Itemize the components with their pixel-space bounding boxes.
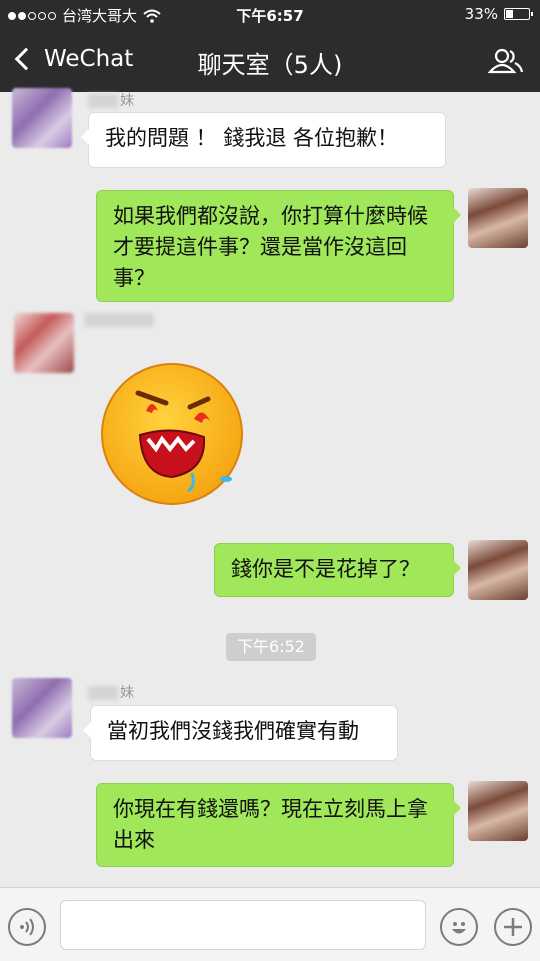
message-input[interactable] <box>60 900 426 950</box>
timestamp-chip: 下午6:52 <box>226 633 316 661</box>
status-bar: 台湾大哥大 下午6:57 33% <box>0 0 540 30</box>
group-members-icon[interactable] <box>488 48 524 74</box>
angry-emoji-sticker[interactable] <box>100 363 250 507</box>
avatar[interactable] <box>12 678 72 738</box>
sender-name: 妹 <box>88 90 134 110</box>
status-right: 33% <box>464 5 533 23</box>
avatar[interactable] <box>468 540 528 600</box>
sender-name <box>84 312 156 328</box>
message-bubble[interactable]: 當初我們沒錢我們確實有動 <box>83 705 398 761</box>
battery-percent: 33% <box>464 5 498 23</box>
avatar[interactable] <box>468 188 528 248</box>
battery-icon <box>504 8 533 20</box>
avatar[interactable] <box>468 781 528 841</box>
avatar[interactable] <box>14 313 74 373</box>
nav-bar: WeChat 聊天室（5人) <box>0 30 540 92</box>
chat-title: 聊天室（5人) <box>197 51 343 79</box>
more-button[interactable] <box>494 908 532 946</box>
message-bubble[interactable]: 如果我們都沒說，你打算什麼時候才要提這件事？還是當作沒這回事？ <box>96 190 461 302</box>
voice-button[interactable] <box>8 908 46 946</box>
message-bubble[interactable]: 你現在有錢還嗎？現在立刻馬上拿出來 <box>96 783 461 867</box>
voice-icon <box>20 918 34 936</box>
emoji-button[interactable] <box>440 908 478 946</box>
input-bar <box>0 887 540 961</box>
sender-name: 妹 <box>88 682 134 702</box>
message-bubble[interactable]: 錢你是不是花掉了？ <box>214 543 461 597</box>
emoji-icon <box>452 922 466 934</box>
status-time: 下午6:57 <box>236 7 304 25</box>
avatar[interactable] <box>12 88 72 148</box>
message-bubble[interactable]: 我的問題 ！ 錢我退 各位抱歉！ <box>81 112 446 168</box>
plus-icon <box>504 918 522 936</box>
